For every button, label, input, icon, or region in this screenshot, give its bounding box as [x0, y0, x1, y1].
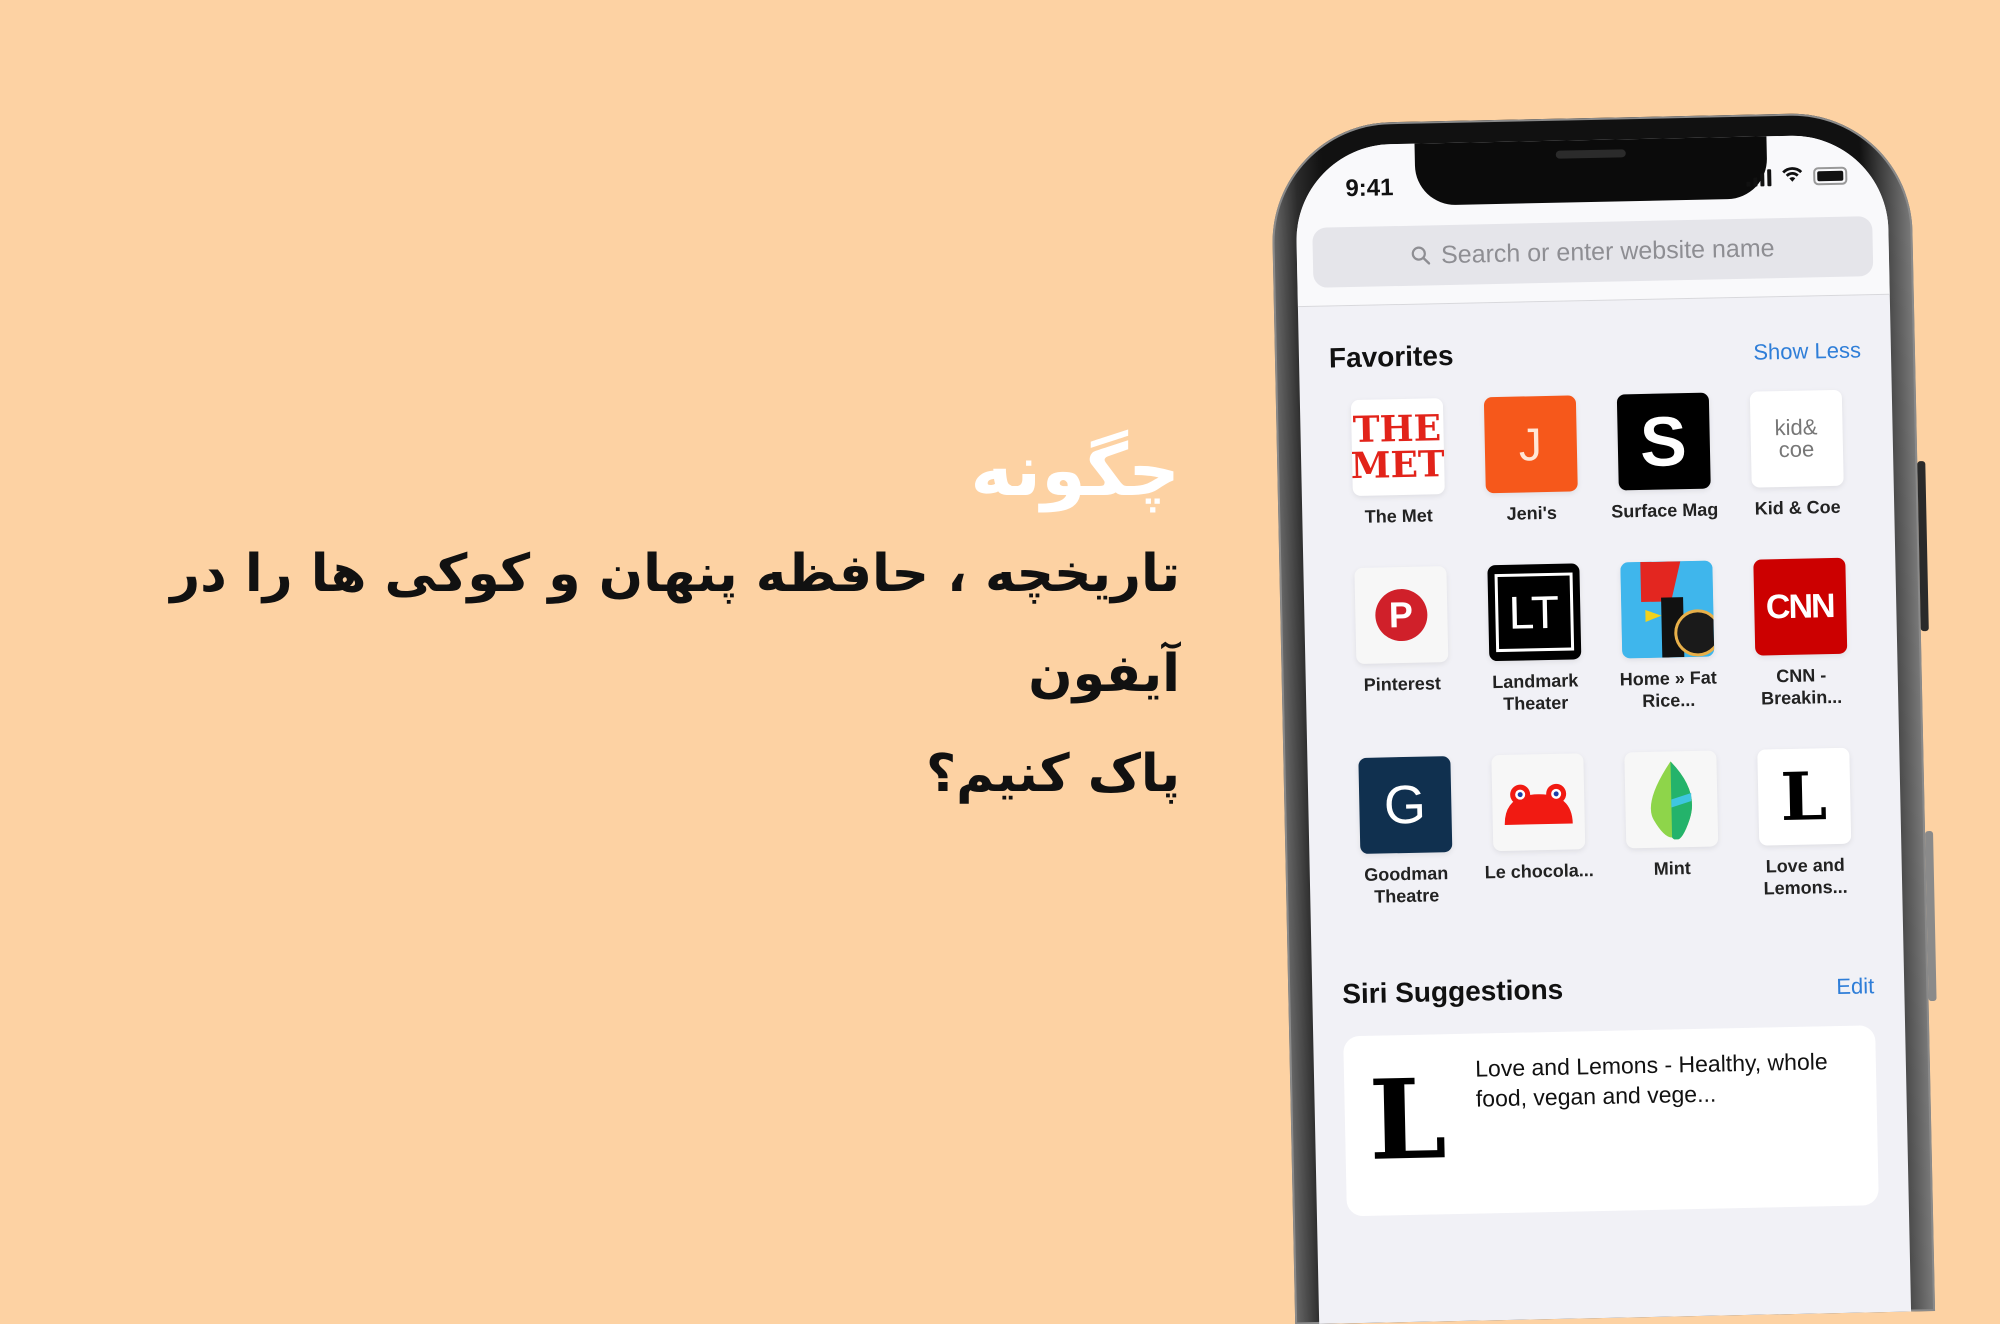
goodman-theatre-logo-icon: G: [1357, 756, 1452, 854]
favorite-item[interactable]: L Love and Lemons...: [1736, 747, 1872, 900]
favorite-label: Jeni's: [1506, 502, 1558, 524]
pinterest-logo-icon: P: [1353, 566, 1448, 665]
fat-rice-logo-icon: [1619, 560, 1714, 659]
address-placeholder: Search or enter website name: [1440, 233, 1775, 269]
status-time: 9:41: [1345, 174, 1394, 203]
article-headline: چگونه تاریخچه ، حافظه پنهان و کوکی ها را…: [80, 420, 1180, 824]
battery-icon: [1813, 166, 1848, 186]
search-icon: [1411, 246, 1431, 265]
favorite-item[interactable]: J Jeni's: [1463, 395, 1599, 526]
favorite-item[interactable]: Mint: [1603, 750, 1739, 903]
favorites-grid: THE MET The Met J Jeni's S Surface Mag kid& coe K…: [1330, 389, 1873, 908]
headline-kicker: چگونه: [970, 428, 1180, 512]
cnn-logo-icon: CNN: [1752, 557, 1847, 656]
headline-title-line-1: تاریخچه ، حافظه پنهان و کوکی ها را در آی…: [170, 544, 1180, 704]
favorites-title: Favorites: [1328, 339, 1454, 374]
kid-and-coe-logo-icon: kid& coe: [1749, 389, 1844, 488]
suggestion-title: Love and Lemons - Healthy, whole food, v…: [1474, 1048, 1828, 1112]
speaker: [1555, 149, 1626, 159]
notch: [1414, 134, 1768, 206]
favorite-label: Love and Lemons...: [1763, 854, 1848, 899]
address-bar[interactable]: Search or enter website name: [1312, 216, 1874, 288]
favorite-label: Landmark Theater: [1492, 670, 1579, 714]
favorite-item[interactable]: Le chocola...: [1470, 753, 1606, 906]
wifi-icon: [1781, 166, 1803, 186]
phone-screen: 9:41 Search or enter website name Favori…: [1294, 133, 1912, 1324]
favorite-item[interactable]: THE MET The Met: [1330, 398, 1466, 529]
love-and-lemons-logo-icon: L: [1756, 747, 1851, 846]
mint-logo-icon: [1623, 750, 1718, 849]
show-less-link[interactable]: Show Less: [1753, 337, 1861, 365]
favorite-item[interactable]: G Goodman Theatre: [1337, 756, 1473, 909]
favorite-label: Pinterest: [1363, 673, 1442, 695]
favorite-label: Surface Mag: [1611, 499, 1719, 522]
favorite-label: Goodman Theatre: [1364, 863, 1449, 907]
edit-link[interactable]: Edit: [1836, 973, 1874, 1000]
le-chocolat-logo-icon: [1490, 753, 1585, 852]
safari-top-bar: 9:41 Search or enter website name: [1294, 133, 1890, 308]
favorite-label: Kid & Coe: [1754, 496, 1841, 519]
siri-suggestion-card[interactable]: L Love and Lemons - Healthy, whole food,…: [1343, 1025, 1879, 1217]
headline-title: تاریخچه ، حافظه پنهان و کوکی ها را در آی…: [80, 524, 1180, 824]
jenis-logo-icon: J: [1483, 395, 1578, 494]
siri-suggestions-title: Siri Suggestions: [1341, 973, 1564, 1010]
favorite-item[interactable]: S Surface Mag: [1596, 392, 1732, 523]
favorite-item[interactable]: Home » Fat Rice...: [1599, 560, 1735, 713]
side-button: [1917, 461, 1929, 632]
the-met-logo-icon: THE MET: [1350, 398, 1445, 497]
favorite-label: Home » Fat Rice...: [1619, 667, 1717, 712]
headline-title-line-2: پاک کنیم؟: [925, 744, 1180, 804]
landmark-theater-logo-icon: LT: [1486, 563, 1581, 662]
favorite-item[interactable]: LT Landmark Theater: [1466, 563, 1602, 716]
surface-mag-logo-icon: S: [1616, 392, 1711, 491]
iphone-mockup: 9:41 Search or enter website name Favori…: [1270, 111, 1937, 1324]
favorite-label: Le chocola...: [1484, 860, 1594, 883]
siri-suggestions-header: Siri Suggestions Edit: [1342, 967, 1875, 1010]
love-and-lemons-thumb-icon: L: [1367, 1054, 1448, 1185]
favorite-label: Mint: [1653, 858, 1691, 879]
favorite-item[interactable]: P Pinterest: [1333, 566, 1469, 719]
favorite-item[interactable]: CNN CNN - Breakin...: [1732, 557, 1868, 710]
favorites-header: Favorites Show Less: [1329, 331, 1862, 374]
signal-icon: [1746, 168, 1772, 187]
favorite-label: The Met: [1364, 505, 1433, 527]
start-page: Favorites Show Less THE MET The Met J Jeni's…: [1298, 295, 1909, 1217]
favorite-item[interactable]: kid& coe Kid & Coe: [1729, 389, 1865, 520]
sim-tray: [1925, 830, 1937, 1002]
status-icons: [1746, 165, 1848, 187]
favorite-label: CNN - Breakin...: [1760, 665, 1843, 709]
